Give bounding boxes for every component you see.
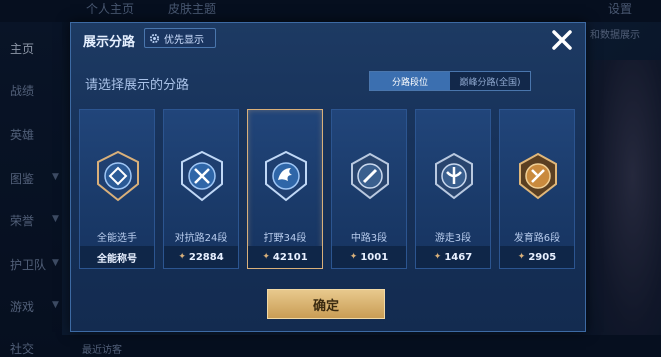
lane-name: 打野34段 bbox=[263, 233, 307, 244]
lane-name: 中路3段 bbox=[350, 233, 388, 244]
all-round-emblem-icon bbox=[97, 150, 139, 202]
lane-name: 游走3段 bbox=[434, 233, 472, 244]
lane-card-mid[interactable]: 中路3段 ✦ 1001 bbox=[331, 109, 407, 269]
lane-display-dialog: 展示分路 优先显示 请选择展示的分路 分路段位 巅峰分路(全国) 全能选手 全能… bbox=[70, 22, 586, 332]
rank-points-icon: ✦ bbox=[262, 252, 270, 262]
lane-card-clash[interactable]: 对抗路24段 ✦ 22884 bbox=[163, 109, 239, 269]
rank-points-icon: ✦ bbox=[517, 252, 526, 262]
close-icon[interactable] bbox=[549, 27, 575, 53]
lane-footer-value: 全能称号 bbox=[97, 253, 137, 265]
lane-name: 对抗路24段 bbox=[174, 233, 228, 244]
lane-card-jungle[interactable]: 打野34段 ✦ 42101 bbox=[247, 109, 323, 269]
dialog-header: 展示分路 优先显示 bbox=[71, 23, 585, 53]
lane-name: 全能选手 bbox=[97, 233, 137, 244]
farm-lane-emblem-icon bbox=[519, 152, 557, 200]
lane-footer: ✦ 1001 bbox=[332, 246, 406, 268]
lane-type-tabs: 分路段位 巅峰分路(全国) bbox=[369, 71, 531, 91]
lane-footer: ✦ 22884 bbox=[164, 246, 238, 268]
lane-footer-value: 22884 bbox=[188, 251, 224, 263]
rank-points-icon: ✦ bbox=[433, 252, 442, 262]
lane-card-roam[interactable]: 游走3段 ✦ 1467 bbox=[415, 109, 491, 269]
rank-points-icon: ✦ bbox=[178, 252, 186, 262]
priority-display-label: 优先显示 bbox=[164, 34, 204, 46]
lane-footer-value: 2905 bbox=[528, 251, 557, 263]
lane-footer-value: 1001 bbox=[360, 251, 389, 263]
confirm-button[interactable]: 确定 bbox=[267, 289, 385, 319]
tab-lane-rank[interactable]: 分路段位 bbox=[370, 72, 450, 90]
priority-display-button[interactable]: 优先显示 bbox=[144, 28, 216, 48]
clash-lane-emblem-icon bbox=[181, 150, 223, 202]
lane-footer: ✦ 1467 bbox=[416, 246, 490, 268]
lane-cards: 全能选手 全能称号 对抗路24段 ✦ 22884 打野34段 ✦ 42101 中… bbox=[79, 109, 579, 269]
jungle-emblem-icon bbox=[265, 150, 307, 202]
gear-icon bbox=[149, 33, 160, 43]
lane-footer-value: 1467 bbox=[444, 251, 473, 263]
lane-card-farm[interactable]: 发育路6段 ✦ 2905 bbox=[499, 109, 575, 269]
lane-footer-value: 42101 bbox=[272, 251, 308, 263]
lane-card-all-round[interactable]: 全能选手 全能称号 bbox=[79, 109, 155, 269]
dialog-title: 展示分路 bbox=[83, 35, 136, 50]
mid-lane-emblem-icon bbox=[351, 152, 389, 200]
dialog-subtitle: 请选择展示的分路 bbox=[85, 78, 190, 93]
lane-footer: ✦ 42101 bbox=[248, 246, 322, 268]
rank-points-icon: ✦ bbox=[349, 252, 358, 262]
lane-name: 发育路6段 bbox=[513, 233, 561, 244]
roam-emblem-icon bbox=[435, 152, 473, 200]
tab-peak-lane[interactable]: 巅峰分路(全国) bbox=[450, 72, 530, 90]
lane-footer: 全能称号 bbox=[80, 246, 154, 268]
lane-footer: ✦ 2905 bbox=[500, 246, 574, 268]
